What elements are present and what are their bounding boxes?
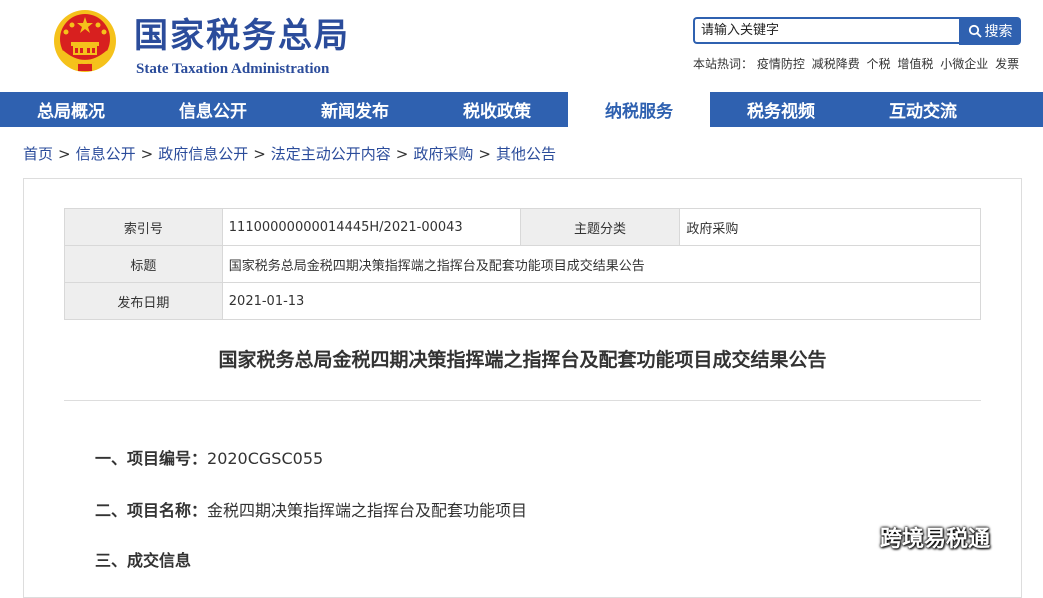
nav-item-tax-video[interactable]: 税务视频 <box>710 92 852 127</box>
hot-word-link[interactable]: 减税降费 <box>812 57 860 71</box>
section-value: 金税四期决策指挥端之指挥台及配套功能项目 <box>207 501 528 520</box>
meta-value: 11100000000014445H/2021-00043 <box>221 208 521 246</box>
table-row: 索引号 11100000000014445H/2021-00043 主题分类 政… <box>64 208 981 246</box>
breadcrumb-separator: > <box>140 145 154 163</box>
breadcrumb-link[interactable]: 政府采购 <box>413 145 473 163</box>
site-header: 国家税务总局 State Taxation Administration 搜索 … <box>0 0 1043 92</box>
breadcrumb-separator: > <box>395 145 409 163</box>
article-section: 三、成交信息 <box>95 547 191 571</box>
breadcrumb-separator: > <box>253 145 266 163</box>
article-meta-table: 索引号 11100000000014445H/2021-00043 主题分类 政… <box>64 208 982 320</box>
meta-key: 索引号 <box>64 208 223 246</box>
nav-item-interaction[interactable]: 互动交流 <box>852 92 994 127</box>
article-section: 一、项目编号：2020CGSC055 <box>95 445 323 469</box>
hot-word-link[interactable]: 疫情防控 <box>757 57 805 71</box>
search-button-label: 搜索 <box>984 24 1013 40</box>
section-value: 2020CGSC055 <box>207 449 324 468</box>
search-button[interactable]: 搜索 <box>959 17 1021 45</box>
section-label: 三、成交信息 <box>95 551 192 570</box>
hot-word-link[interactable]: 小微企业 <box>940 57 988 71</box>
breadcrumb-link[interactable]: 首页 <box>23 145 53 163</box>
nav-item-news[interactable]: 新闻发布 <box>284 92 426 127</box>
hot-words-label: 本站热词： <box>693 57 754 71</box>
breadcrumb-separator: > <box>58 145 71 163</box>
national-emblem-icon <box>54 10 116 72</box>
table-row: 标题 国家税务总局金税四期决策指挥端之指挥台及配套功能项目成交结果公告 <box>64 245 982 283</box>
wechat-icon <box>843 525 873 548</box>
meta-key: 发布日期 <box>64 282 223 320</box>
watermark-text: 跨境易税通 <box>880 527 991 552</box>
search-input[interactable] <box>693 17 959 44</box>
site-title-english: State Taxation Administration <box>136 61 330 77</box>
nav-item-tax-policy[interactable]: 税收政策 <box>426 92 568 127</box>
meta-key: 主题分类 <box>519 208 681 246</box>
main-nav: 总局概况 信息公开 新闻发布 税收政策 纳税服务 税务视频 互动交流 <box>0 92 1043 127</box>
breadcrumb-separator: > <box>478 145 491 163</box>
watermark: 跨境易税通 <box>842 521 990 553</box>
breadcrumb-link[interactable]: 信息公开 <box>76 145 136 163</box>
breadcrumb-link[interactable]: 其他公告 <box>496 145 556 163</box>
meta-key: 标题 <box>64 245 223 283</box>
breadcrumb: 首页 > 信息公开 > 政府信息公开 > 法定主动公开内容 > 政府采购 > 其他公告 <box>23 143 556 164</box>
breadcrumb-link[interactable]: 法定主动公开内容 <box>271 145 391 163</box>
article-section: 二、项目名称：金税四期决策指挥端之指挥台及配套功能项目 <box>95 497 527 521</box>
nav-item-taxpayer-service[interactable]: 纳税服务 <box>568 92 710 127</box>
section-label: 二、项目名称： <box>95 501 208 520</box>
section-label: 一、项目编号： <box>95 449 208 468</box>
divider <box>64 400 981 401</box>
article-title: 国家税务总局金税四期决策指挥端之指挥台及配套功能项目成交结果公告 <box>218 349 827 371</box>
hot-word-link[interactable]: 增值税 <box>897 57 933 71</box>
hot-words: 本站热词： 疫情防控 减税降费 个税 增值税 小微企业 发票 <box>693 55 1022 72</box>
nav-item-overview[interactable]: 总局概况 <box>0 92 142 127</box>
table-row: 发布日期 2021-01-13 <box>64 282 982 320</box>
meta-value: 2021-01-13 <box>221 282 982 320</box>
meta-value: 政府采购 <box>679 208 981 246</box>
breadcrumb-link[interactable]: 政府信息公开 <box>158 145 248 163</box>
meta-value: 国家税务总局金税四期决策指挥端之指挥台及配套功能项目成交结果公告 <box>221 245 982 283</box>
search-icon <box>968 24 982 38</box>
hot-word-link[interactable]: 个税 <box>867 57 891 71</box>
hot-word-link[interactable]: 发票 <box>995 57 1019 71</box>
site-title: 国家税务总局 <box>134 16 350 56</box>
nav-item-info-disclosure[interactable]: 信息公开 <box>142 92 284 127</box>
